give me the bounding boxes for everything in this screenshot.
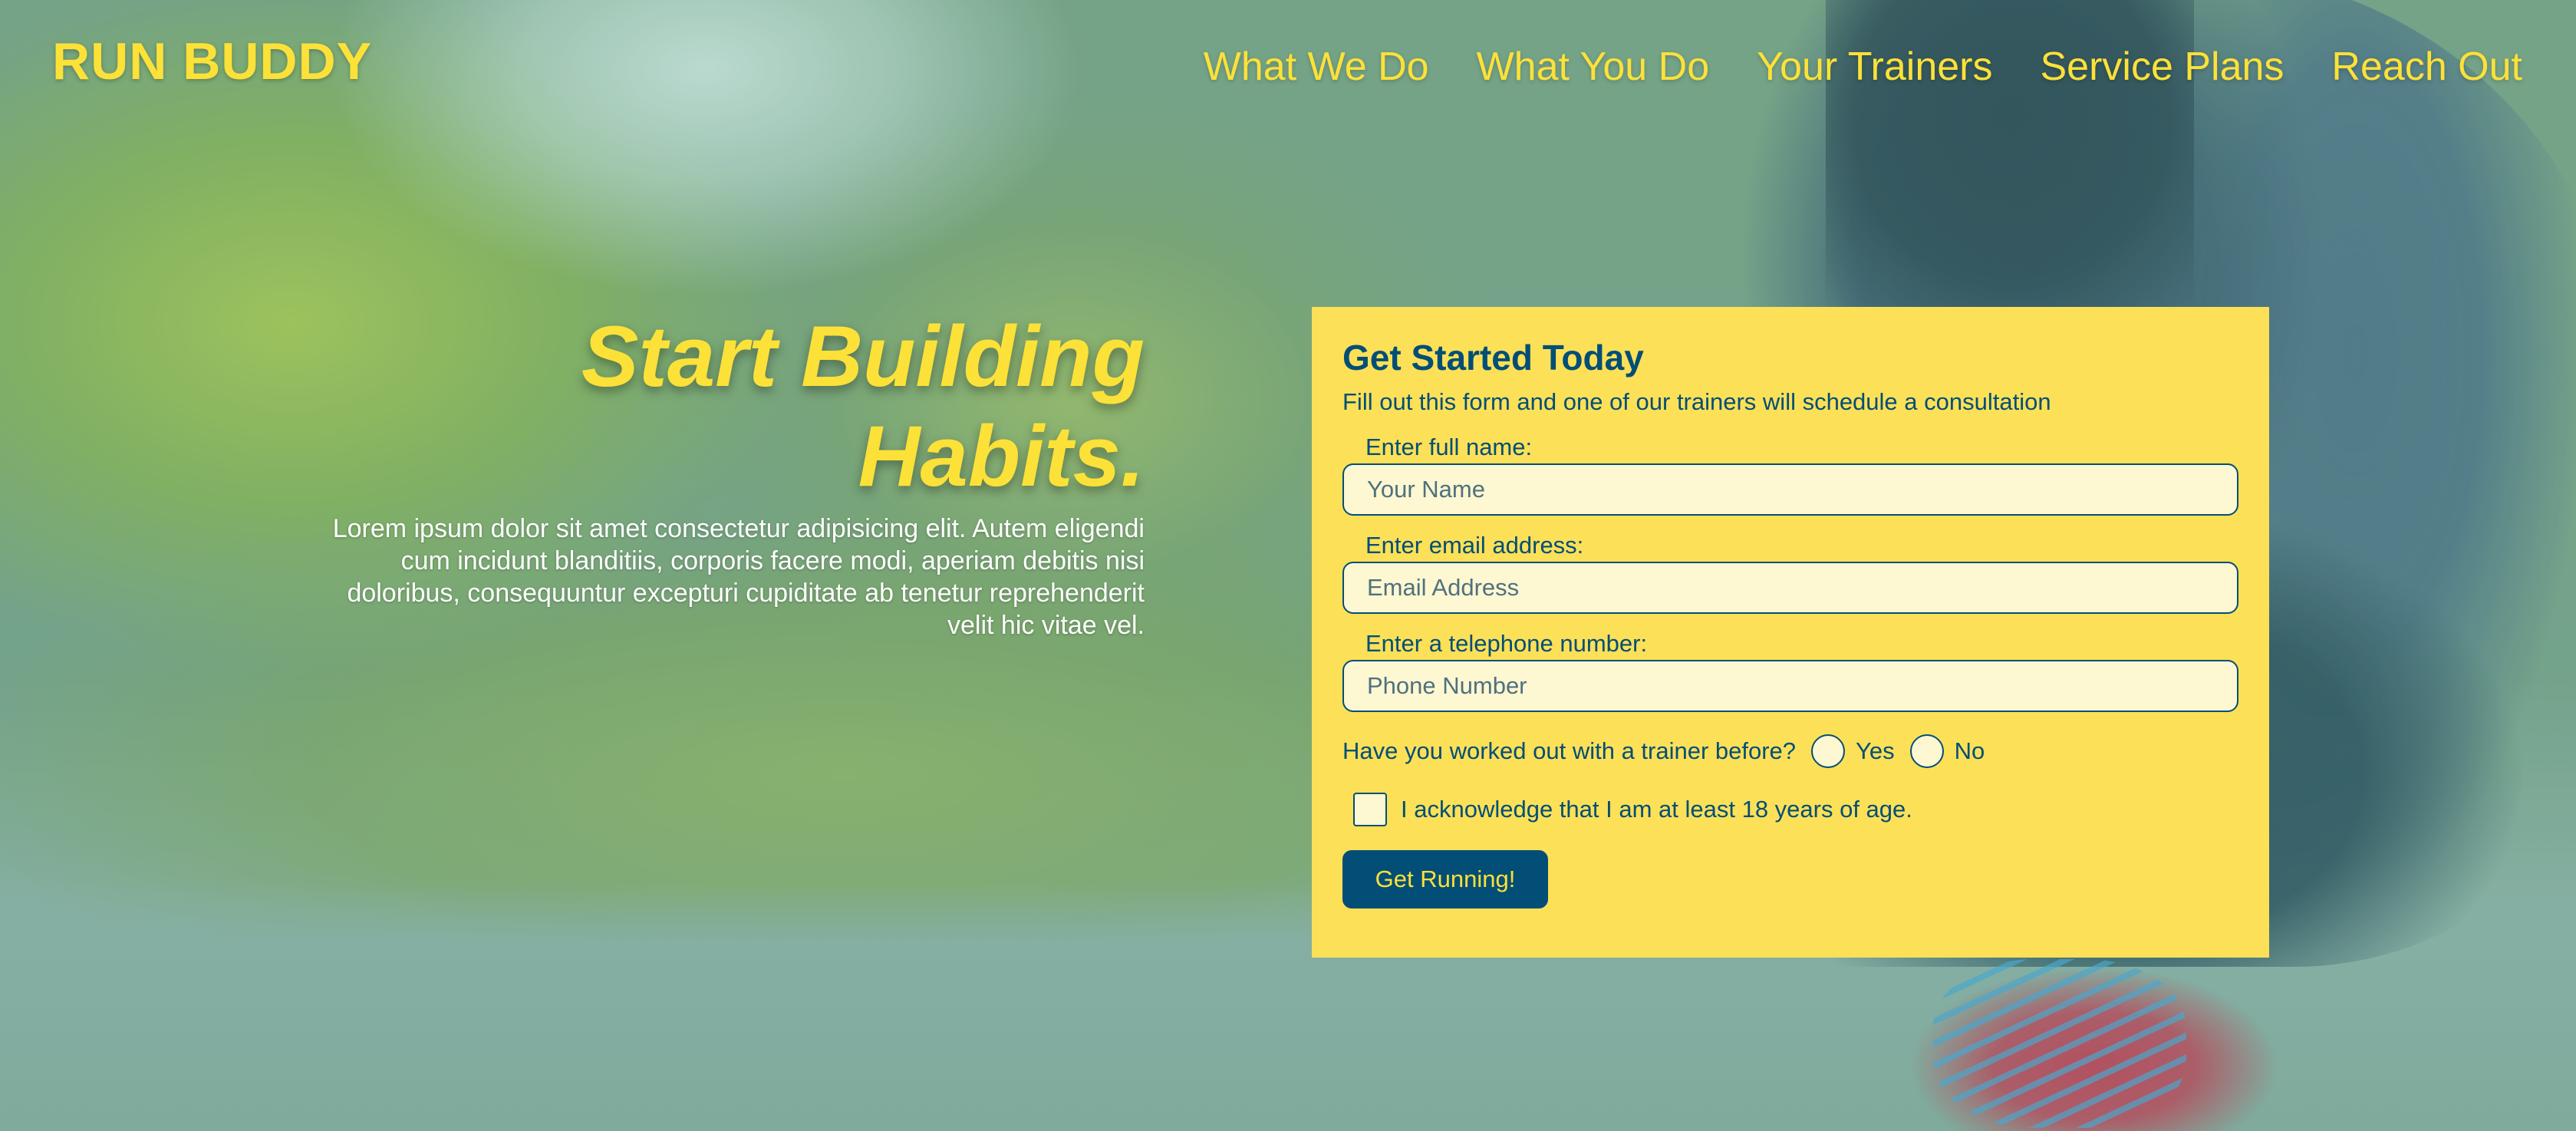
radio-no-label: No xyxy=(1954,737,1985,764)
main-nav: What We Do What You Do Your Trainers Ser… xyxy=(1204,44,2522,90)
hero-description: Lorem ipsum dolor sit amet consectetur a… xyxy=(332,514,1145,640)
email-input[interactable] xyxy=(1342,562,2238,614)
email-label: Enter email address: xyxy=(1365,532,1584,559)
nav-link-service-plans[interactable]: Service Plans xyxy=(2041,44,2284,90)
age-acknowledge-row: I acknowledge that I am at least 18 year… xyxy=(1342,792,2238,827)
email-field-group: Enter email address: xyxy=(1342,531,2238,614)
hero-title: Start Building Habits. xyxy=(322,307,1145,506)
phone-input[interactable] xyxy=(1342,660,2238,712)
name-label: Enter full name: xyxy=(1365,434,1533,460)
site-header: RUN BUDDY What We Do What You Do Your Tr… xyxy=(0,0,2576,130)
trainer-question-label: Have you worked out with a trainer befor… xyxy=(1342,737,1797,764)
radio-no[interactable] xyxy=(1909,734,1944,768)
form-title: Get Started Today xyxy=(1342,338,1644,378)
hero-intro: Start Building Habits. Lorem ipsum dolor… xyxy=(322,307,1145,641)
name-field-group: Enter full name: xyxy=(1342,433,2238,516)
nav-link-what-you-do[interactable]: What You Do xyxy=(1477,44,1710,90)
nav-link-what-we-do[interactable]: What We Do xyxy=(1204,44,1429,90)
nav-link-reach-out[interactable]: Reach Out xyxy=(2331,44,2522,90)
form-subtitle: Fill out this form and one of our traine… xyxy=(1342,388,2051,415)
signup-form: Get Started Today Fill out this form and… xyxy=(1312,307,2269,958)
radio-yes[interactable] xyxy=(1811,734,1846,768)
name-input[interactable] xyxy=(1342,463,2238,516)
logo[interactable]: RUN BUDDY xyxy=(52,31,372,91)
nav-link-your-trainers[interactable]: Your Trainers xyxy=(1757,44,1992,90)
phone-label: Enter a telephone number: xyxy=(1365,630,1648,657)
trainer-question-row: Have you worked out with a trainer befor… xyxy=(1342,734,2238,769)
hero-title-line-1: Start Building xyxy=(581,308,1145,404)
age-acknowledge-label: I acknowledge that I am at least 18 year… xyxy=(1401,796,1912,823)
radio-yes-label: Yes xyxy=(1856,737,1895,764)
phone-field-group: Enter a telephone number: xyxy=(1342,629,2238,712)
hero-title-line-2: Habits. xyxy=(858,408,1145,504)
age-acknowledge-checkbox[interactable] xyxy=(1353,793,1387,826)
get-running-button[interactable]: Get Running! xyxy=(1342,850,1548,908)
